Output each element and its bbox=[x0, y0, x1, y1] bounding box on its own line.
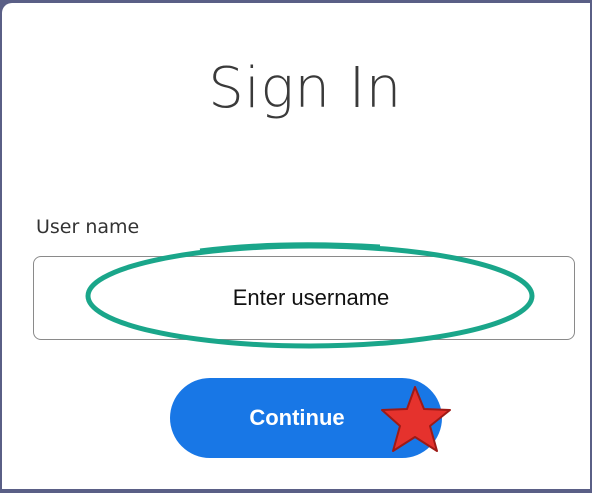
continue-label: Continue bbox=[249, 405, 345, 430]
username-placeholder: Enter username bbox=[232, 285, 390, 310]
page-title: Sign In bbox=[208, 56, 402, 121]
continue-button[interactable]: Continue bbox=[170, 378, 442, 458]
username-label: User name bbox=[36, 216, 140, 238]
username-input[interactable]: Enter username bbox=[33, 256, 575, 340]
